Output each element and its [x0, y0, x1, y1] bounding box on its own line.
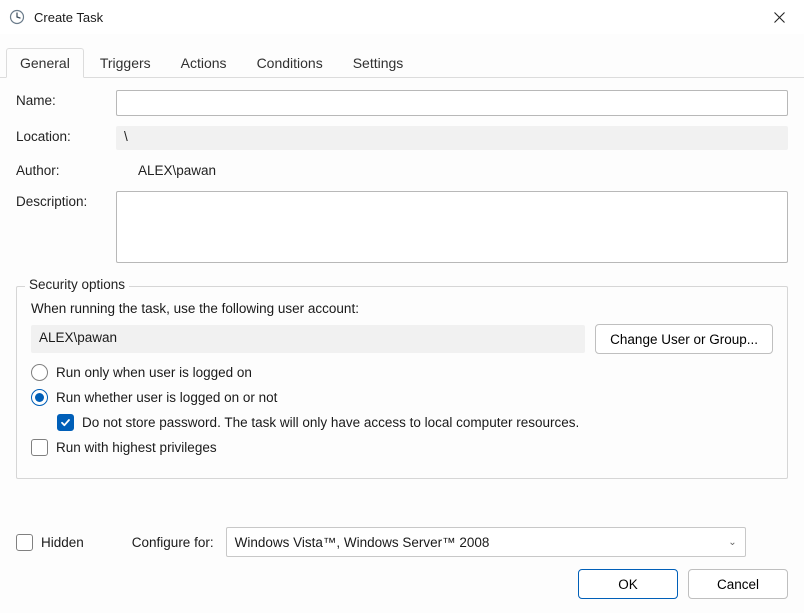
author-value: ALEX\pawan	[130, 160, 788, 181]
location-value: \	[116, 126, 788, 150]
description-input[interactable]	[116, 191, 788, 263]
security-prompt: When running the task, use the following…	[31, 301, 773, 316]
radio-whether[interactable]	[31, 389, 48, 406]
bottom-row: Hidden Configure for: Windows Vista™, Wi…	[0, 517, 804, 561]
window-title: Create Task	[34, 10, 758, 25]
close-icon	[774, 12, 785, 23]
checkbox-no-password-label: Do not store password. The task will onl…	[82, 415, 579, 430]
radio-logged-on[interactable]	[31, 364, 48, 381]
author-label: Author:	[16, 160, 116, 178]
name-input[interactable]	[116, 90, 788, 116]
tab-content-general: Name: Location: \ Author: ALEX\pawan Des…	[0, 78, 804, 517]
hidden-label: Hidden	[41, 535, 84, 550]
action-bar: OK Cancel	[0, 561, 804, 613]
tab-triggers[interactable]: Triggers	[86, 48, 165, 77]
tab-settings[interactable]: Settings	[339, 48, 418, 77]
change-user-button[interactable]: Change User or Group...	[595, 324, 773, 354]
tab-conditions[interactable]: Conditions	[243, 48, 337, 77]
configure-for-value: Windows Vista™, Windows Server™ 2008	[235, 535, 490, 550]
tab-general[interactable]: General	[6, 48, 84, 78]
security-account-value: ALEX\pawan	[31, 325, 585, 353]
checkbox-hidden[interactable]	[16, 534, 33, 551]
checkbox-no-password[interactable]	[57, 414, 74, 431]
cancel-button[interactable]: Cancel	[688, 569, 788, 599]
name-label: Name:	[16, 90, 116, 108]
check-icon	[60, 417, 71, 428]
task-scheduler-icon	[8, 8, 26, 26]
tabstrip: General Triggers Actions Conditions Sett…	[0, 34, 804, 78]
security-options-group: Security options When running the task, …	[16, 286, 788, 479]
close-button[interactable]	[758, 3, 800, 31]
security-legend: Security options	[25, 277, 129, 292]
radio-logged-on-label: Run only when user is logged on	[56, 365, 252, 380]
titlebar: Create Task	[0, 0, 804, 34]
ok-button[interactable]: OK	[578, 569, 678, 599]
location-label: Location:	[16, 126, 116, 144]
tab-actions[interactable]: Actions	[167, 48, 241, 77]
configure-for-select[interactable]: Windows Vista™, Windows Server™ 2008 ⌄	[226, 527, 746, 557]
configure-for-label: Configure for:	[132, 535, 214, 550]
radio-whether-label: Run whether user is logged on or not	[56, 390, 277, 405]
chevron-down-icon: ⌄	[728, 537, 736, 548]
checkbox-highest-privileges[interactable]	[31, 439, 48, 456]
description-label: Description:	[16, 191, 116, 209]
checkbox-highest-privileges-label: Run with highest privileges	[56, 440, 217, 455]
create-task-window: Create Task General Triggers Actions Con…	[0, 0, 804, 613]
